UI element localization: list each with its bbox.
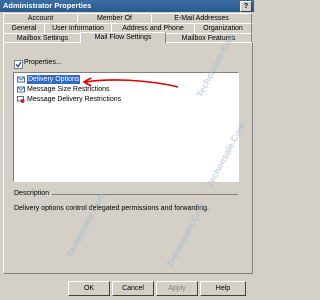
annotation-arrow-icon [82,77,179,88]
description-divider [52,194,238,195]
list-item-delivery-options[interactable]: Delivery Options [17,75,81,84]
list-item-message-delivery-restrictions[interactable]: Message Delivery Restrictions [17,95,121,104]
help-button[interactable]: Help [200,281,246,296]
message-delivery-restrictions-icon [17,96,25,103]
ok-label: OK [83,285,95,292]
tab-account[interactable]: Account [3,13,78,23]
description-heading: Description [14,190,50,197]
tab-member-of[interactable]: Member Of [77,13,152,23]
message-size-icon [17,86,25,93]
list-item-label: Delivery Options [27,75,81,84]
cancel-label: Cancel [122,285,144,292]
window-title: Administrator Properties [3,1,92,10]
cancel-button[interactable]: Cancel [112,281,154,296]
tab-organization[interactable]: Organization [194,23,252,33]
ok-button[interactable]: OK [68,281,110,296]
apply-button[interactable]: Apply [156,281,198,296]
tab-general[interactable]: General [3,23,45,33]
tab-mail-flow-settings[interactable]: Mail Flow Settings [80,32,166,43]
description-text: Delivery options control delegated permi… [14,205,209,212]
properties-button[interactable]: Properties... [24,59,62,66]
properties-dialog: Administrator Properties ? Account Membe… [0,0,254,300]
title-bar: Administrator Properties ? [0,0,254,12]
delivery-options-icon [17,76,25,83]
properties-check-icon [14,60,23,69]
apply-label: Apply [168,285,186,292]
help-label: Help [215,285,231,292]
tab-email-addresses[interactable]: E-Mail Addresses [151,13,252,23]
title-help-button[interactable]: ? [240,1,252,12]
list-item-label: Message Delivery Restrictions [27,96,122,103]
